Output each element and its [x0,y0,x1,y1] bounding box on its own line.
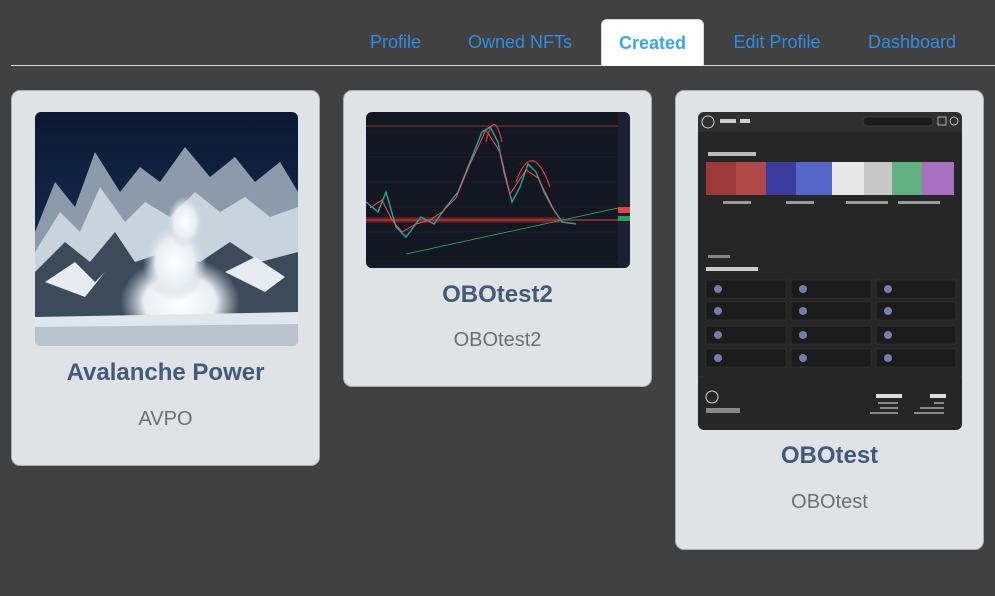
nft-card[interactable]: OBOtest OBOtest [675,90,984,550]
tab-dashboard[interactable]: Dashboard [857,19,967,66]
tab-profile[interactable]: Profile [347,19,444,66]
nft-symbol: AVPO [138,408,193,430]
nft-title[interactable]: OBOtest2 [344,281,651,309]
nft-symbol: OBOtest [791,491,868,513]
marketplace-screenshot-image [698,112,962,430]
tab-edit-profile[interactable]: Edit Profile [723,19,831,66]
nft-title[interactable]: Avalanche Power [12,359,319,387]
nft-title[interactable]: OBOtest [676,442,983,470]
nft-image[interactable] [366,112,630,268]
tab-owned-nfts[interactable]: Owned NFTs [457,19,583,66]
nft-image[interactable] [35,112,298,346]
nft-card[interactable]: OBOtest2 OBOtest2 [343,90,652,387]
trading-chart-image [366,112,630,268]
avalanche-image [35,112,298,346]
nft-image[interactable] [698,112,962,430]
nft-card[interactable]: Avalanche Power AVPO [11,90,320,466]
profile-tabs: Profile Owned NFTs Created Edit Profile … [11,0,995,66]
nft-symbol: OBOtest2 [453,329,542,351]
tab-created[interactable]: Created [601,19,704,66]
